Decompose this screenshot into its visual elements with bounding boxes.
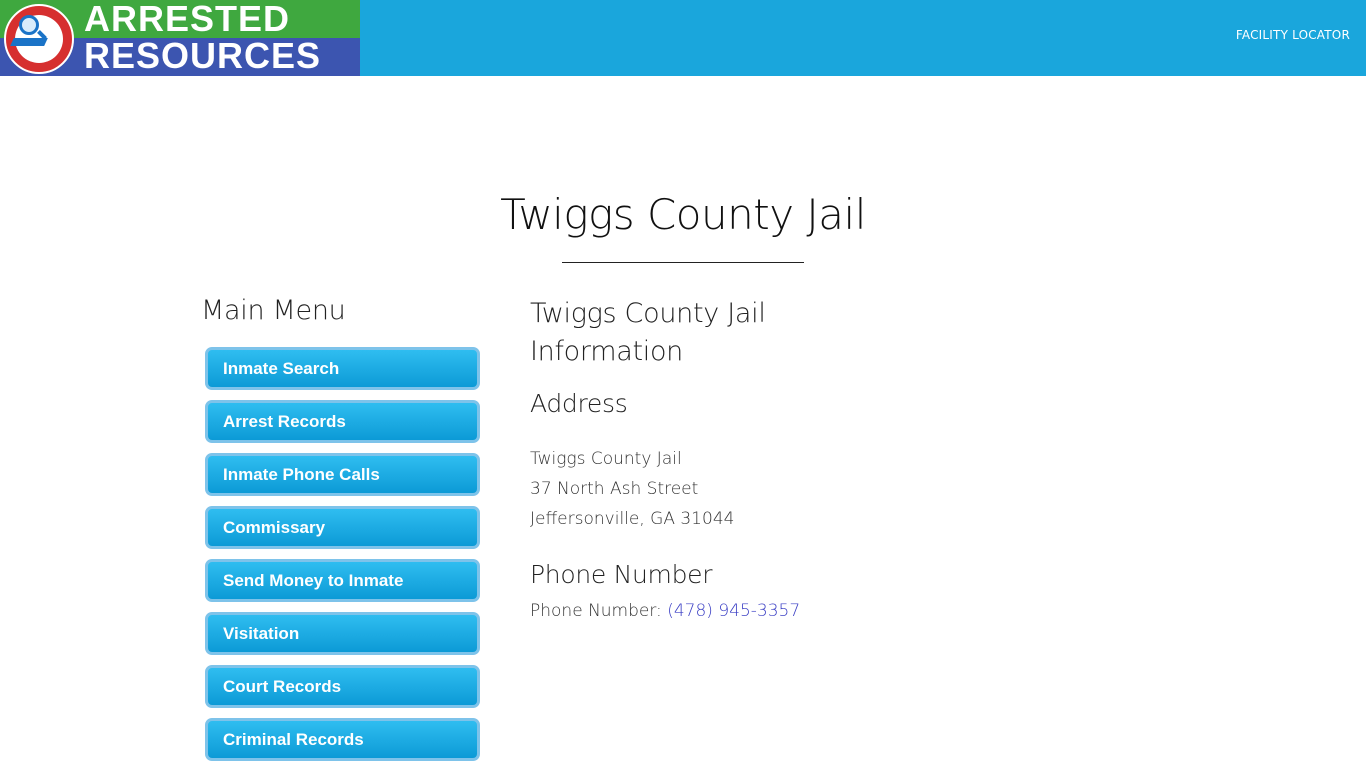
site-logo[interactable]: ARRESTED RESOURCES: [0, 0, 360, 76]
phone-label: Phone Number:: [530, 601, 662, 621]
menu-item-commissary[interactable]: Commissary: [205, 506, 480, 549]
title-divider: [562, 262, 804, 263]
phone-heading: Phone Number: [530, 560, 713, 589]
info-title: Twiggs County Jail Information: [530, 298, 766, 367]
address-heading: Address: [530, 389, 628, 418]
phone-number-link[interactable]: (478) 945-3357: [667, 601, 800, 621]
magnifier-laptop-badge-icon: [4, 4, 74, 74]
main-menu-title: Main Menu: [201, 295, 346, 326]
address-street: 37 North Ash Street: [530, 479, 699, 499]
main-menu: Inmate Search Arrest Records Inmate Phon…: [205, 347, 480, 768]
menu-item-arrest-records[interactable]: Arrest Records: [205, 400, 480, 443]
phone-line: Phone Number: (478) 945-3357: [530, 601, 850, 621]
page-title: Twiggs County Jail: [500, 190, 866, 239]
menu-item-criminal-records[interactable]: Criminal Records: [205, 718, 480, 761]
menu-item-inmate-search[interactable]: Inmate Search: [205, 347, 480, 390]
address-block: Twiggs County Jail 37 North Ash Street J…: [530, 444, 850, 534]
menu-item-inmate-phone-calls[interactable]: Inmate Phone Calls: [205, 453, 480, 496]
menu-item-send-money[interactable]: Send Money to Inmate: [205, 559, 480, 602]
logo-text-line1: ARRESTED: [84, 0, 291, 39]
menu-item-court-records[interactable]: Court Records: [205, 665, 480, 708]
facility-locator-link[interactable]: FACILITY LOCATOR: [1236, 28, 1350, 42]
logo-text-line2: RESOURCES: [84, 35, 322, 76]
site-header: ARRESTED RESOURCES FACILITY LOCATOR: [0, 0, 1366, 76]
menu-item-visitation[interactable]: Visitation: [205, 612, 480, 655]
jail-info-section: Twiggs County Jail Information Address T…: [530, 295, 850, 621]
address-name: Twiggs County Jail: [530, 449, 682, 469]
address-city-state-zip: Jeffersonville, GA 31044: [530, 509, 735, 529]
